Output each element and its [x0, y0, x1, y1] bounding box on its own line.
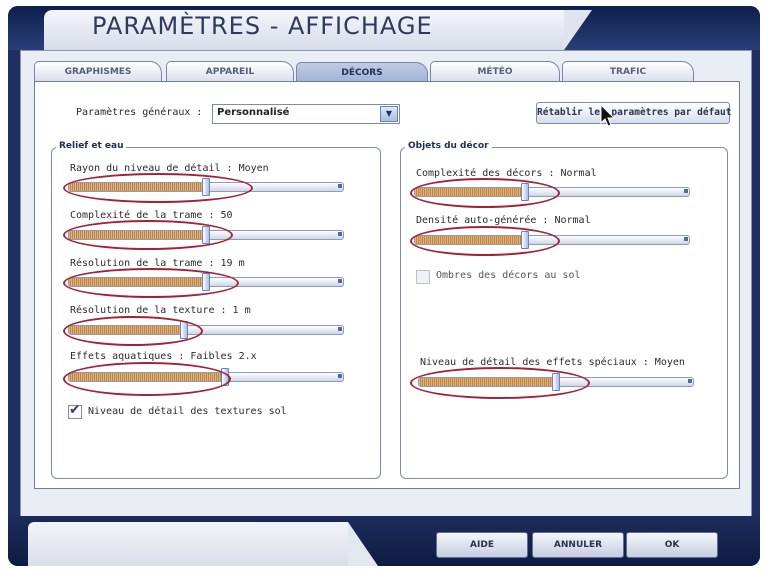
scenery-shadows-checkbox[interactable]: [416, 270, 430, 284]
window-title: PARAMÈTRES - AFFICHAGE: [92, 12, 433, 40]
slider-label-autogen-density: Densité auto-générée : Normal: [416, 215, 591, 226]
slider-label-texture-resolution: Résolution de la texture : 1 m: [70, 305, 251, 316]
chevron-down-icon[interactable]: ▼: [380, 106, 398, 122]
slider-end-icon: [684, 189, 688, 193]
tab-meteo[interactable]: MÉTÉO: [430, 61, 560, 82]
slider-label-special-effects: Niveau de détail des effets spéciaux : M…: [420, 357, 685, 368]
ground-texture-detail-label: Niveau de détail des textures sol: [88, 406, 287, 417]
general-settings-select[interactable]: Personnalisé ▼: [212, 104, 400, 124]
tab-decors[interactable]: DÉCORS: [296, 62, 428, 83]
slider-end-icon: [338, 184, 342, 188]
slider-end-icon: [684, 237, 688, 241]
tab-appareil[interactable]: APPAREIL: [166, 61, 294, 82]
slider-end-icon: [338, 232, 342, 236]
cancel-button[interactable]: ANNULER: [532, 532, 624, 558]
mouse-cursor-icon: [600, 104, 616, 127]
general-settings-value: Personnalisé: [217, 107, 290, 118]
ground-texture-detail-checkbox[interactable]: ✔: [68, 402, 82, 419]
status-area: [28, 522, 378, 566]
ok-button[interactable]: OK: [626, 532, 718, 558]
highlight-oval: [410, 178, 560, 208]
highlight-oval: [410, 367, 590, 399]
scenery-shadows-label: Ombres des décors au sol: [436, 270, 581, 281]
highlight-oval: [63, 316, 203, 346]
checkmark-icon: ✔: [69, 402, 81, 418]
highlight-oval: [63, 220, 233, 250]
tab-graphismes[interactable]: GRAPHISMES: [34, 61, 162, 82]
slider-end-icon: [688, 379, 692, 383]
slider-label-scenery-complexity: Complexité des décors : Normal: [416, 168, 597, 179]
general-settings-label: Paramètres généraux :: [76, 107, 203, 118]
slider-label-water-effects: Effets aquatiques : Faibles 2.x: [70, 351, 257, 362]
highlight-oval: [410, 226, 560, 256]
slider-end-icon: [338, 327, 342, 331]
reset-defaults-button[interactable]: Rétablir les paramètres par défaut: [536, 102, 731, 124]
tab-trafic[interactable]: TRAFIC: [562, 61, 694, 82]
highlight-oval: [63, 268, 239, 298]
help-button[interactable]: AIDE: [436, 532, 528, 558]
highlight-oval: [63, 362, 231, 396]
relief-group-title: Relief et eau: [56, 141, 127, 151]
slider-end-icon: [338, 279, 342, 283]
objects-group-title: Objets du décor: [405, 141, 492, 151]
highlight-oval: [63, 173, 253, 203]
slider-end-icon: [338, 374, 342, 378]
